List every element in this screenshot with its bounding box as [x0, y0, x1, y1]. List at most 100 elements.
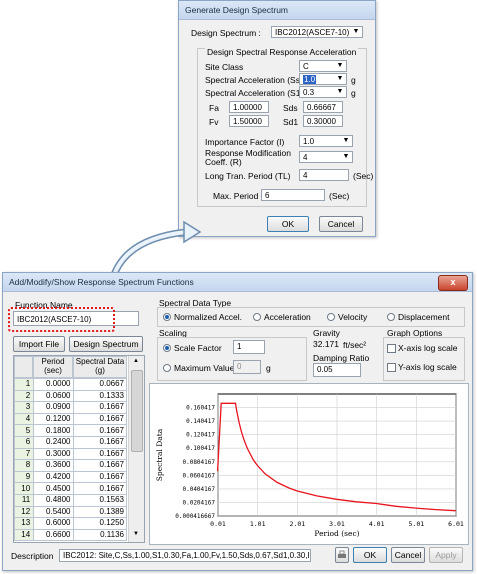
- maximum-value-unit: g: [266, 363, 271, 373]
- radio-velocity[interactable]: [327, 313, 335, 321]
- rs-title: Add/Modify/Show Response Spectrum Functi…: [9, 277, 194, 287]
- period-cell[interactable]: 0.2400: [33, 435, 74, 449]
- spectral-cell[interactable]: 0.1667: [72, 401, 127, 414]
- description-input[interactable]: IBC2012: Site,C,Ss,1.00,S1,0.30,Fa,1.00,…: [59, 549, 311, 562]
- y-tick-label: 0.140417: [186, 418, 215, 425]
- import-file-button[interactable]: Import File: [13, 336, 65, 352]
- cancel-button[interactable]: Cancel: [391, 547, 425, 563]
- table-row[interactable]: 8 0.3600 0.1667: [14, 459, 127, 472]
- period-cell[interactable]: 0.1200: [33, 412, 74, 426]
- spectral-cell[interactable]: 0.1667: [72, 412, 127, 426]
- radio-acceleration[interactable]: [253, 313, 261, 321]
- table-row[interactable]: 7 0.3000 0.1667: [14, 447, 127, 461]
- row-number: 6: [14, 435, 35, 449]
- table-row[interactable]: 9 0.4200 0.1667: [14, 470, 127, 484]
- y-tick-label: 0.120417: [186, 432, 215, 439]
- spectral-cell[interactable]: 0.1667: [72, 459, 127, 472]
- table-row[interactable]: 3 0.0900 0.1667: [14, 401, 127, 414]
- radio-normalized-label: Normalized Accel.: [174, 312, 243, 322]
- y-tick-label: 0.0404167: [182, 486, 215, 493]
- col-header-period-line2: (sec): [44, 366, 62, 375]
- row-number: 10: [14, 482, 35, 495]
- period-cell[interactable]: 0.0000: [33, 378, 74, 391]
- period-cell[interactable]: 0.5400: [33, 505, 74, 519]
- spectral-cell[interactable]: 0.1667: [72, 424, 127, 437]
- period-cell[interactable]: 0.3600: [33, 459, 74, 472]
- radio-maximum-value[interactable]: [163, 364, 171, 372]
- spectral-cell[interactable]: 0.1563: [72, 493, 127, 507]
- col-header-spectral-line1: Spectral Data: [75, 357, 125, 366]
- x-tick-label: 5.01: [409, 520, 425, 528]
- x-tick-label: 0.01: [210, 520, 226, 528]
- period-cell[interactable]: 0.4800: [33, 493, 74, 507]
- spectral-cell[interactable]: 0.1667: [72, 482, 127, 495]
- rs-titlebar[interactable]: Add/Modify/Show Response Spectrum Functi…: [3, 273, 472, 292]
- period-cell[interactable]: 0.1800: [33, 424, 74, 437]
- period-cell[interactable]: 0.0900: [33, 401, 74, 414]
- response-spectrum-functions-dialog: Add/Modify/Show Response Spectrum Functi…: [2, 272, 473, 571]
- scroll-up-icon[interactable]: ▲: [133, 358, 139, 364]
- scale-factor-input[interactable]: 1: [233, 340, 265, 354]
- radio-scale-factor[interactable]: [163, 344, 171, 352]
- period-cell[interactable]: 0.4200: [33, 470, 74, 484]
- table-row[interactable]: 12 0.5400 0.1389: [14, 505, 127, 519]
- maximum-value-label: Maximum Value: [174, 363, 235, 373]
- spectral-cell[interactable]: 0.1667: [72, 470, 127, 484]
- row-number: 9: [14, 470, 35, 484]
- xlog-checkbox[interactable]: [387, 344, 396, 353]
- ylog-checkbox[interactable]: [387, 363, 396, 372]
- spectral-cell[interactable]: 0.1667: [72, 447, 127, 461]
- damping-value: 0.05: [317, 365, 333, 374]
- gravity-label: Gravity: [313, 328, 340, 338]
- col-header-period-line1: Period: [41, 357, 65, 366]
- table-row[interactable]: 2 0.0600 0.1333: [14, 389, 127, 403]
- apply-button[interactable]: Apply: [429, 547, 463, 563]
- table-row[interactable]: 14 0.6600 0.1136: [14, 528, 127, 542]
- period-cell[interactable]: 0.6000: [33, 517, 74, 530]
- scroll-thumb[interactable]: [131, 370, 143, 452]
- x-tick-label: 1.01: [250, 520, 266, 528]
- printer-icon: [338, 550, 346, 558]
- row-number: 5: [14, 424, 35, 437]
- table-row[interactable]: 5 0.1800 0.1667: [14, 424, 127, 437]
- scroll-down-icon[interactable]: ▼: [133, 531, 139, 537]
- design-spectrum-button[interactable]: Design Spectrum: [69, 336, 143, 352]
- row-number: 2: [14, 389, 35, 403]
- print-button[interactable]: [335, 547, 349, 563]
- spectrum-table: Period (sec) Spectral Data (g) 1 0.0000 0.…: [13, 355, 145, 543]
- col-header-spectral[interactable]: Spectral Data (g): [73, 356, 127, 378]
- table-scrollbar[interactable]: ▲ ▼: [128, 356, 144, 542]
- close-icon[interactable]: x: [438, 275, 468, 291]
- period-cell[interactable]: 0.6600: [33, 528, 74, 542]
- ok-button[interactable]: OK: [353, 547, 387, 563]
- period-cell[interactable]: 0.0600: [33, 389, 74, 403]
- table-row[interactable]: 6 0.2400 0.1667: [14, 435, 127, 449]
- damping-input[interactable]: 0.05: [313, 363, 361, 377]
- table-row[interactable]: 10 0.4500 0.1667: [14, 482, 127, 495]
- table-row[interactable]: 1 0.0000 0.0667: [14, 378, 127, 391]
- ylog-label: Y-axis log scale: [398, 362, 457, 372]
- maximum-value-input[interactable]: 0: [233, 360, 261, 374]
- row-number: 8: [14, 459, 35, 472]
- spectrum-chart: 0.01 1.01 2.01 3.01 4.01 5.01 6.01 0.000416667 0…: [155, 393, 464, 538]
- spectral-cell[interactable]: 0.0667: [72, 378, 127, 391]
- spectral-cell[interactable]: 0.1333: [72, 389, 127, 403]
- table-row[interactable]: 4 0.1200 0.1667: [14, 412, 127, 426]
- col-header-period[interactable]: Period (sec): [33, 356, 73, 378]
- table-row[interactable]: 11 0.4800 0.1563: [14, 493, 127, 507]
- table-body: 1 0.0000 0.0667 2 0.0600 0.1333 3 0.0900 0.1667 4…: [14, 378, 127, 542]
- row-number: 14: [14, 528, 35, 542]
- y-axis-label: Spectral Data: [155, 428, 164, 481]
- x-tick-label: 2.01: [290, 520, 306, 528]
- period-cell[interactable]: 0.3000: [33, 447, 74, 461]
- scale-factor-value: 1: [237, 342, 242, 351]
- table-row[interactable]: 13 0.6000 0.1250: [14, 517, 127, 530]
- spectral-cell[interactable]: 0.1136: [72, 528, 127, 542]
- row-number: 1: [14, 378, 35, 391]
- spectral-cell[interactable]: 0.1389: [72, 505, 127, 519]
- spectral-cell[interactable]: 0.1667: [72, 435, 127, 449]
- period-cell[interactable]: 0.4500: [33, 482, 74, 495]
- spectral-cell[interactable]: 0.1250: [72, 517, 127, 530]
- radio-displacement[interactable]: [387, 313, 395, 321]
- radio-normalized[interactable]: [163, 313, 171, 321]
